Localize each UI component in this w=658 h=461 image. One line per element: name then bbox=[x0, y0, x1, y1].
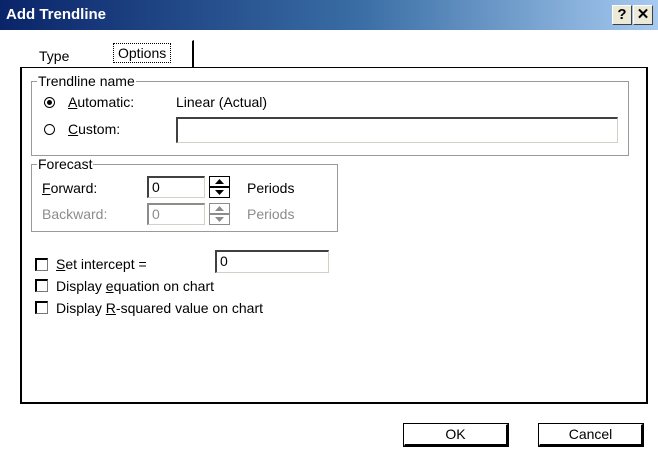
automatic-label[interactable]: Automatic: bbox=[68, 94, 134, 110]
display-r-squared-label-pre: Display bbox=[56, 300, 106, 316]
arrow-down-icon bbox=[215, 217, 224, 222]
forecast-group-label: Forecast bbox=[37, 156, 94, 172]
add-trendline-dialog: Add Trendline ? ✕ Type Options Trendline… bbox=[0, 0, 658, 461]
close-button[interactable]: ✕ bbox=[633, 5, 653, 25]
display-equation-checkbox[interactable] bbox=[35, 279, 48, 292]
automatic-accel: A bbox=[68, 94, 78, 110]
display-r-squared-label-rest: -squared value on chart bbox=[115, 300, 264, 316]
custom-label-rest: ustom: bbox=[78, 121, 121, 137]
display-r-squared-checkbox[interactable] bbox=[35, 301, 48, 314]
backward-spin-up-button[interactable] bbox=[209, 203, 230, 214]
trendline-name-group-label: Trendline name bbox=[37, 73, 136, 89]
backward-label: Backward: bbox=[42, 206, 108, 222]
help-icon: ? bbox=[617, 6, 627, 23]
dialog-title: Add Trendline bbox=[6, 6, 107, 23]
backward-spin-down-button[interactable] bbox=[209, 214, 230, 225]
display-equation-label[interactable]: Display equation on chart bbox=[56, 278, 214, 294]
display-r-squared-accel: R bbox=[105, 300, 116, 316]
tab-type[interactable]: Type bbox=[39, 48, 69, 64]
custom-label[interactable]: Custom: bbox=[68, 121, 120, 137]
forward-spin-up-button[interactable] bbox=[209, 176, 230, 187]
forward-accel: F bbox=[42, 180, 51, 196]
arrow-down-icon bbox=[215, 190, 224, 195]
set-intercept-label[interactable]: Set intercept = bbox=[56, 256, 147, 272]
forward-periods-input[interactable]: 0 bbox=[147, 176, 205, 198]
custom-radio[interactable] bbox=[44, 124, 55, 135]
close-icon: ✕ bbox=[636, 6, 650, 23]
forward-label: Forward: bbox=[42, 180, 97, 196]
arrow-up-icon bbox=[215, 206, 224, 211]
set-intercept-accel: S bbox=[56, 256, 66, 272]
automatic-trendline-value: Linear (Actual) bbox=[176, 94, 268, 110]
forward-spinner[interactable] bbox=[209, 176, 230, 198]
forward-label-rest: orward: bbox=[50, 180, 98, 196]
set-intercept-label-rest: et intercept = bbox=[65, 256, 147, 272]
custom-name-input[interactable] bbox=[176, 117, 618, 143]
backward-periods-input[interactable]: 0 bbox=[147, 203, 205, 225]
display-equation-label-rest: quation on chart bbox=[113, 278, 214, 294]
arrow-up-icon bbox=[215, 179, 224, 184]
ok-button[interactable]: OK bbox=[403, 423, 509, 447]
display-r-squared-label[interactable]: Display R-squared value on chart bbox=[56, 300, 263, 316]
display-equation-accel: e bbox=[105, 278, 114, 294]
forward-spin-down-button[interactable] bbox=[209, 187, 230, 198]
help-button[interactable]: ? bbox=[612, 5, 632, 25]
set-intercept-checkbox[interactable] bbox=[35, 258, 48, 271]
automatic-label-rest: utomatic: bbox=[77, 94, 135, 110]
title-bar[interactable]: Add Trendline ? ✕ bbox=[0, 0, 658, 30]
intercept-value-input[interactable]: 0 bbox=[215, 250, 329, 273]
forward-periods-unit: Periods bbox=[247, 180, 295, 196]
custom-accel: C bbox=[68, 121, 79, 137]
backward-periods-unit: Periods bbox=[247, 206, 295, 222]
tab-options[interactable]: Options bbox=[113, 43, 172, 63]
cancel-button[interactable]: Cancel bbox=[538, 423, 644, 447]
backward-spinner[interactable] bbox=[209, 203, 230, 225]
automatic-radio[interactable] bbox=[44, 97, 55, 108]
display-equation-label-pre: Display bbox=[56, 278, 106, 294]
